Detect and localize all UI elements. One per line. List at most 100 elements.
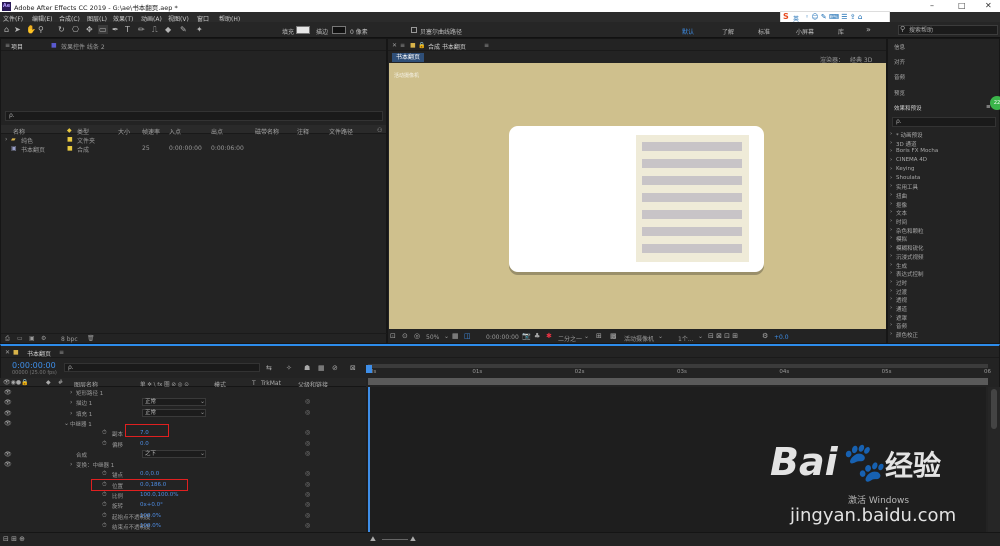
timeline-scrollbar[interactable]: [988, 387, 1000, 532]
visibility-icon[interactable]: 👁: [4, 389, 12, 396]
pickwhip-icon[interactable]: ◎: [305, 501, 310, 508]
pickwhip-icon[interactable]: ◎: [305, 450, 310, 457]
graph-editor-icon[interactable]: ⊠: [350, 364, 356, 372]
stamp-tool-icon[interactable]: ⎍: [152, 25, 158, 35]
effect-category[interactable]: › 生成: [888, 261, 999, 270]
hand-tool-icon[interactable]: ✋: [26, 25, 36, 34]
fill-swatch[interactable]: [296, 26, 310, 34]
resolution-dropdown[interactable]: 二分之一: [558, 334, 582, 343]
effect-category[interactable]: › 文本: [888, 208, 999, 217]
pickwhip-icon[interactable]: ◎: [305, 512, 310, 519]
comp-tab[interactable]: 书本翻页: [392, 53, 425, 62]
stopwatch-icon[interactable]: ⏱: [102, 501, 107, 509]
show-snapshot-icon[interactable]: ♣: [534, 332, 540, 340]
pickwhip-icon[interactable]: ◎: [305, 429, 310, 436]
playhead-handle[interactable]: [366, 365, 372, 373]
3d-view-icon[interactable]: ⊙: [402, 332, 408, 340]
shy-icon[interactable]: ☗: [304, 364, 310, 372]
effects-search-input[interactable]: ρ.: [892, 117, 996, 127]
timeline-property-row[interactable]: ⏱ 旋转 0x+0.0° ◎: [0, 500, 366, 510]
puppet-tool-icon[interactable]: ✦: [196, 25, 203, 34]
expand-icon[interactable]: ›: [5, 136, 7, 143]
effect-category[interactable]: › * 动画预设: [888, 130, 999, 139]
project-row[interactable]: ▣ 书本翻页 ■ 合成 25 0:00:00:00 0:00:06:00: [1, 144, 386, 154]
help-search-input[interactable]: 搜索帮助: [898, 25, 998, 35]
guides-icon[interactable]: ◎: [414, 332, 420, 340]
stopwatch-icon[interactable]: ⏱: [102, 512, 107, 520]
pickwhip-icon[interactable]: ◎: [305, 409, 310, 416]
badge[interactable]: 22: [990, 96, 1000, 110]
work-area-bar[interactable]: [368, 364, 988, 368]
stopwatch-icon[interactable]: ⏱: [102, 429, 107, 437]
workspace-standard[interactable]: 标准: [758, 27, 770, 36]
work-area-range[interactable]: [368, 378, 988, 385]
comp-mini-flowchart-icon[interactable]: ⇆: [266, 364, 272, 372]
close-icon[interactable]: ✕: [985, 1, 992, 10]
property-value[interactable]: 100.0%: [140, 523, 161, 529]
timeline-property-row[interactable]: ⏱ 比例 100.0,100.0% ◎: [0, 490, 366, 500]
pickwhip-icon[interactable]: ◎: [305, 481, 310, 488]
property-value[interactable]: 0x+0.0°: [140, 502, 163, 508]
motion-blur-icon[interactable]: ⊘: [332, 364, 338, 372]
blend-mode-dropdown[interactable]: 之下: [142, 449, 206, 458]
trash-icon[interactable]: 🗑: [87, 335, 95, 342]
timeline-property-row[interactable]: 👁 › 变换：中继器 1: [0, 459, 366, 469]
timeline-comp-tab[interactable]: 书本翻页: [27, 349, 51, 358]
blend-mode-dropdown[interactable]: 正常: [142, 398, 206, 407]
exposure-icon[interactable]: ⚙: [762, 332, 768, 340]
effect-category[interactable]: › Shoulata: [888, 174, 999, 182]
timeline-property-row[interactable]: ⏱ 副本 7.0 ◎: [0, 428, 366, 438]
bezier-checkbox[interactable]: [411, 27, 417, 33]
panel-menu-icon[interactable]: ≡: [5, 42, 10, 49]
pen-tool-icon[interactable]: ✒: [112, 25, 119, 34]
minimize-icon[interactable]: –: [930, 1, 934, 10]
pickwhip-icon[interactable]: ◎: [305, 470, 310, 477]
workspace-small[interactable]: 小屏幕: [796, 27, 814, 36]
draft-3d-icon[interactable]: ✧: [286, 364, 292, 372]
panel-menu-icon[interactable]: ≡: [59, 349, 64, 356]
lock-icon[interactable]: 🔒: [418, 42, 425, 49]
effects-presets-header[interactable]: 效果和预设 ≡: [888, 103, 999, 112]
property-value[interactable]: 0.0: [140, 441, 149, 447]
effect-category[interactable]: › 扭曲: [888, 191, 999, 200]
blend-mode-dropdown[interactable]: 正常: [142, 408, 206, 417]
pan-behind-tool-icon[interactable]: ✥: [86, 25, 93, 34]
timeline-property-row[interactable]: 👁 ⌄ 中继器 1: [0, 418, 366, 428]
snapshot-icon[interactable]: 📷: [522, 332, 531, 340]
effect-category[interactable]: › 音频: [888, 321, 999, 330]
workspace-more-icon[interactable]: »: [866, 25, 871, 34]
twirl-icon[interactable]: ›: [70, 410, 72, 417]
visibility-icon[interactable]: 👁: [4, 420, 12, 427]
property-value[interactable]: 100.0%: [140, 513, 161, 519]
workspace-learn[interactable]: 了解: [722, 27, 734, 36]
project-search-input[interactable]: ρ.: [5, 111, 383, 121]
always-preview-icon[interactable]: ⊡: [390, 332, 396, 340]
toggle-icons-icon[interactable]: ⊟ ⊠ ⊡ ⊞: [708, 332, 738, 340]
effect-category[interactable]: › 通道: [888, 304, 999, 313]
timeline-property-row[interactable]: ⏱ 起始点不透明度 100.0% ◎: [0, 511, 366, 521]
effect-category[interactable]: › 实用工具: [888, 182, 999, 191]
current-time[interactable]: 0:00:00:00: [486, 334, 519, 341]
visibility-icon[interactable]: 👁: [4, 399, 12, 406]
rotate-tool-icon[interactable]: ↻: [58, 25, 65, 34]
property-value[interactable]: 0.0,0.0: [140, 471, 159, 477]
stroke-width[interactable]: 0 像素: [350, 27, 368, 36]
playhead-line[interactable]: [368, 387, 370, 532]
new-comp-icon[interactable]: ▣: [29, 335, 35, 342]
ime-tools-icon[interactable]: ◦ ☺ ✎ ⌨ ☰ ⇪ ⌂: [805, 13, 862, 21]
close-icon[interactable]: ✕: [5, 349, 10, 356]
roto-tool-icon[interactable]: ✎: [180, 25, 187, 34]
safe-areas-icon[interactable]: ▦: [452, 332, 459, 340]
audio-tab[interactable]: 音频: [888, 72, 999, 81]
stopwatch-icon[interactable]: ⏱: [102, 440, 107, 448]
interpret-footage-icon[interactable]: ⎙: [5, 335, 10, 343]
timeline-property-row[interactable]: 👁 合成 之下 ⌄ ◎: [0, 449, 366, 459]
twirl-icon[interactable]: ›: [70, 461, 72, 468]
stopwatch-icon[interactable]: ⏱: [102, 522, 107, 530]
visibility-icon[interactable]: 👁: [4, 461, 12, 468]
bpc-label[interactable]: 8 bpc: [61, 336, 78, 343]
eraser-tool-icon[interactable]: ◆: [165, 25, 171, 34]
new-folder-icon[interactable]: ▭: [17, 335, 23, 342]
region-interest-icon[interactable]: ⊞: [596, 332, 602, 340]
stroke-swatch[interactable]: [332, 26, 346, 34]
